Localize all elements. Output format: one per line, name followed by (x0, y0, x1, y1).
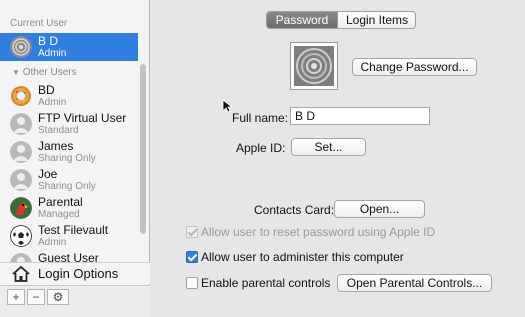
user-role: Admin (38, 237, 67, 248)
user-role: Admin (38, 48, 67, 59)
add-user-button[interactable]: + (7, 289, 25, 305)
users-sidebar: Current User B D Admin ▼ Other Users BD … (0, 0, 150, 317)
user-row-parental[interactable]: Parental Managed (0, 194, 138, 222)
users-list-scrollbar[interactable] (138, 62, 148, 260)
login-options-item[interactable]: Login Options (0, 262, 150, 284)
user-row-current[interactable]: B D Admin (0, 33, 138, 61)
open-parental-controls-button[interactable]: Open Parental Controls... (337, 274, 492, 292)
user-row-joe[interactable]: Joe Sharing Only (0, 166, 138, 194)
scrollbar-thumb[interactable] (140, 64, 146, 234)
allow-admin-label: Allow user to administer this computer (201, 250, 404, 264)
house-icon (12, 265, 30, 285)
contacts-card-label: Contacts Card: (254, 203, 335, 217)
full-name-field[interactable]: B D (290, 107, 430, 125)
enable-parental-controls-checkbox[interactable] (186, 277, 198, 289)
remove-user-button[interactable]: − (27, 289, 45, 305)
spiral-stone-avatar-icon (294, 46, 334, 86)
current-user-header: Current User (10, 18, 68, 29)
user-name: B D (38, 34, 59, 48)
generic-person-avatar-icon (10, 113, 32, 135)
user-role: Standard (38, 125, 79, 136)
generic-person-avatar-icon (10, 253, 32, 262)
allow-admin-checkbox[interactable] (186, 251, 198, 263)
generic-person-avatar-icon (10, 169, 32, 191)
soccer-ball-avatar-icon (10, 225, 32, 247)
allow-reset-checkbox[interactable] (186, 226, 198, 238)
disclosure-triangle-icon[interactable]: ▼ (12, 68, 20, 77)
open-contacts-card-button[interactable]: Open... (334, 200, 425, 218)
user-row-guest-user[interactable]: Guest User (0, 250, 138, 262)
mouse-cursor-icon (222, 99, 232, 113)
other-users-header: ▼ Other Users (12, 67, 77, 78)
user-name: FTP Virtual User (38, 111, 127, 125)
enable-parental-controls-label: Enable parental controls (201, 276, 331, 290)
parrot-avatar-icon (10, 197, 32, 219)
sidebar-toolbar: + − ⚙ (0, 285, 150, 317)
user-picture[interactable] (290, 42, 338, 90)
login-options-label: Login Options (38, 266, 119, 281)
generic-person-avatar-icon (10, 141, 32, 163)
user-row-bd[interactable]: BD Admin (0, 82, 138, 110)
donut-avatar-icon (10, 85, 32, 107)
user-role: Managed (38, 209, 80, 220)
change-password-button[interactable]: Change Password... (352, 58, 477, 76)
tab-bar: Password Login Items (266, 11, 416, 29)
apple-id-label: Apple ID: (236, 141, 286, 155)
allow-reset-label: Allow user to reset password using Apple… (201, 225, 436, 239)
user-role: Admin (38, 97, 67, 108)
user-role: Sharing Only (38, 153, 96, 164)
user-role: Sharing Only (38, 181, 96, 192)
spiral-stone-avatar-icon (10, 36, 32, 58)
user-name: Parental (38, 195, 83, 209)
user-name: BD (38, 83, 55, 97)
gear-icon[interactable]: ⚙ (47, 289, 69, 305)
user-name: Guest User (38, 251, 99, 262)
full-name-label: Full name: (232, 111, 289, 125)
user-row-test-filevault[interactable]: Test Filevault Admin (0, 222, 138, 250)
set-apple-id-button[interactable]: Set... (291, 138, 366, 156)
tab-password[interactable]: Password (267, 12, 337, 28)
user-name: Joe (38, 167, 58, 181)
user-name: James (38, 139, 74, 153)
user-name: Test Filevault (38, 223, 109, 237)
user-row-james[interactable]: James Sharing Only (0, 138, 138, 166)
tab-login-items[interactable]: Login Items (337, 12, 415, 28)
user-row-ftp-virtual-user[interactable]: FTP Virtual User Standard (0, 110, 138, 138)
